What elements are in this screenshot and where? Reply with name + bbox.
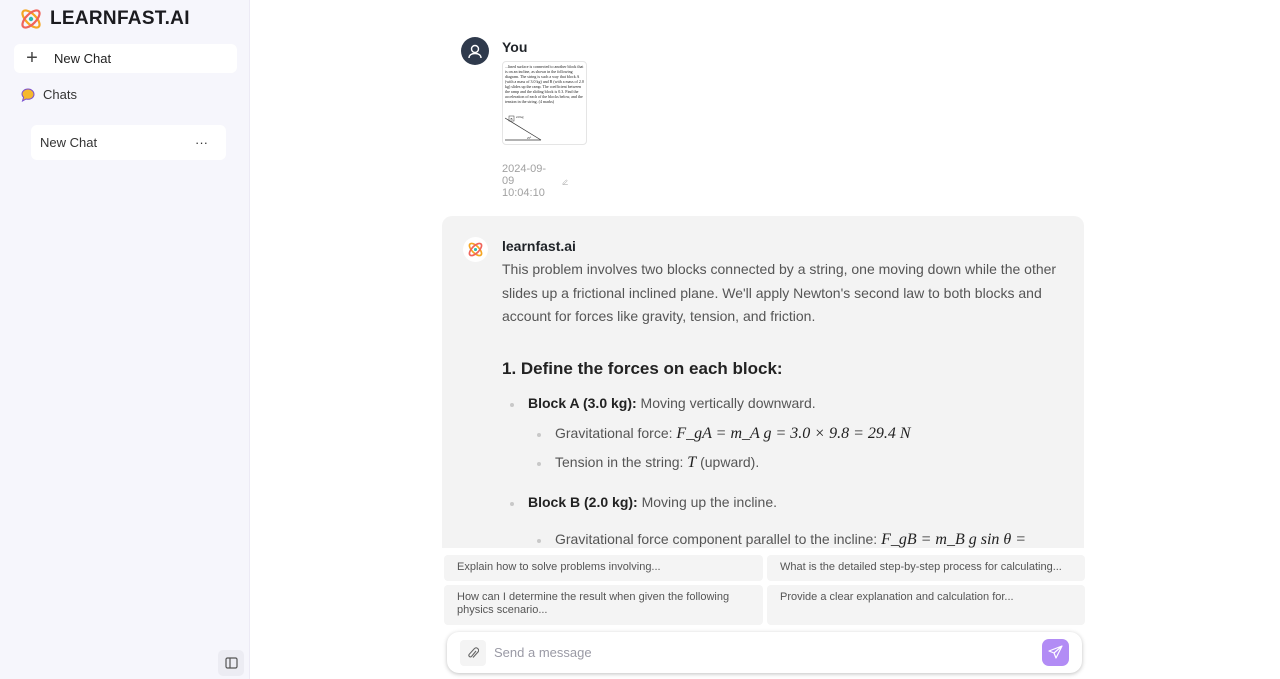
atom-logo-icon <box>468 242 483 257</box>
chats-label: Chats <box>43 87 77 102</box>
attachment-text: ...lined surface is connected to another… <box>505 64 584 104</box>
more-options-icon[interactable]: ··· <box>195 135 208 150</box>
list-item-gravity-a: Gravitational force: F_gA = m_A g = 3.0 … <box>502 422 1067 446</box>
diagram-label-block: B <box>511 117 513 121</box>
brand-name: LEARNFAST.AI <box>50 8 190 29</box>
chats-section[interactable]: Chats <box>21 87 77 102</box>
list-item-tension: Tension in the string: T (upward). <box>502 451 1067 475</box>
math-expression: F_gB = m_B g sin θ = <box>881 531 1027 548</box>
item-text: Tension in the string: <box>555 454 688 470</box>
suggestion-chip[interactable]: How can I determine the result when give… <box>444 585 763 625</box>
sidebar: LEARNFAST.AI + New Chat Chats New Chat ·… <box>0 0 250 679</box>
list-item-gravity-b: Gravitational force component parallel t… <box>502 528 1067 548</box>
assistant-response: This problem involves two blocks connect… <box>502 258 1067 548</box>
timestamp: 2024-09-09 10:04:10 <box>502 163 547 199</box>
attach-button[interactable] <box>460 639 486 666</box>
attachment-thumbnail[interactable]: ...lined surface is connected to another… <box>502 61 587 145</box>
assistant-message: learnfast.ai This problem involves two b… <box>442 216 1084 548</box>
chat-title: New Chat <box>40 135 98 150</box>
block-a-label: Block A (3.0 kg): <box>528 395 637 411</box>
item-text: Gravitational force: <box>555 424 677 441</box>
sidebar-panel-icon <box>224 657 238 669</box>
message-meta: 2024-09-09 10:04:10 <box>502 163 568 199</box>
brand-logo[interactable]: LEARNFAST.AI <box>19 7 190 31</box>
diagram-label-mass: 2.0 kg <box>516 115 524 119</box>
edit-pencil-icon[interactable] <box>562 175 568 188</box>
suggestion-chip[interactable]: Provide a clear explanation and calculat… <box>767 585 1085 625</box>
block-b-label: Block B (2.0 kg): <box>528 493 638 510</box>
diagram-label-angle: 25° <box>527 136 532 140</box>
user-avatar <box>461 37 489 65</box>
atom-logo-icon <box>21 9 41 29</box>
user-icon <box>468 44 482 59</box>
math-expression: T <box>687 454 697 471</box>
item-text: Gravitational force component parallel t… <box>555 531 882 547</box>
chat-bubble-icon <box>21 87 35 102</box>
math-expression: F_gA = m_A g = 3.0 × 9.8 = 29.4 N <box>676 424 911 442</box>
toggle-sidebar-button[interactable] <box>218 650 244 676</box>
suggestion-chip[interactable]: What is the detailed step-by-step proces… <box>767 555 1085 581</box>
assistant-avatar <box>463 237 488 262</box>
send-button[interactable] <box>1042 639 1069 666</box>
chat-list-item[interactable]: New Chat ··· <box>31 125 226 160</box>
new-chat-button[interactable]: + New Chat <box>14 44 237 73</box>
paperclip-icon <box>468 646 479 658</box>
item-suffix: (upward). <box>696 454 760 470</box>
suggestion-chip[interactable]: Explain how to solve problems involving.… <box>444 555 763 581</box>
list-item-block-b: Block B (2.0 kg): Moving up the incline. <box>502 491 1067 515</box>
message-input[interactable]: Send a message <box>494 645 1042 660</box>
assistant-name: learnfast.ai <box>502 238 576 254</box>
user-name: You <box>502 39 528 55</box>
section-heading: 1. Define the forces on each block: <box>502 358 783 378</box>
block-b-text: Moving up the incline. <box>637 493 778 510</box>
send-icon <box>1048 645 1063 659</box>
block-a-text: Moving vertically downward. <box>636 395 816 411</box>
intro-paragraph: This problem involves two blocks connect… <box>502 261 1057 324</box>
message-composer: Send a message <box>447 632 1082 673</box>
list-item-block-a: Block A (3.0 kg): Moving vertically down… <box>502 392 1067 416</box>
incline-diagram: 2.0 kgB 25° <box>504 115 542 141</box>
new-chat-label: New Chat <box>54 51 112 66</box>
plus-icon: + <box>26 47 38 69</box>
